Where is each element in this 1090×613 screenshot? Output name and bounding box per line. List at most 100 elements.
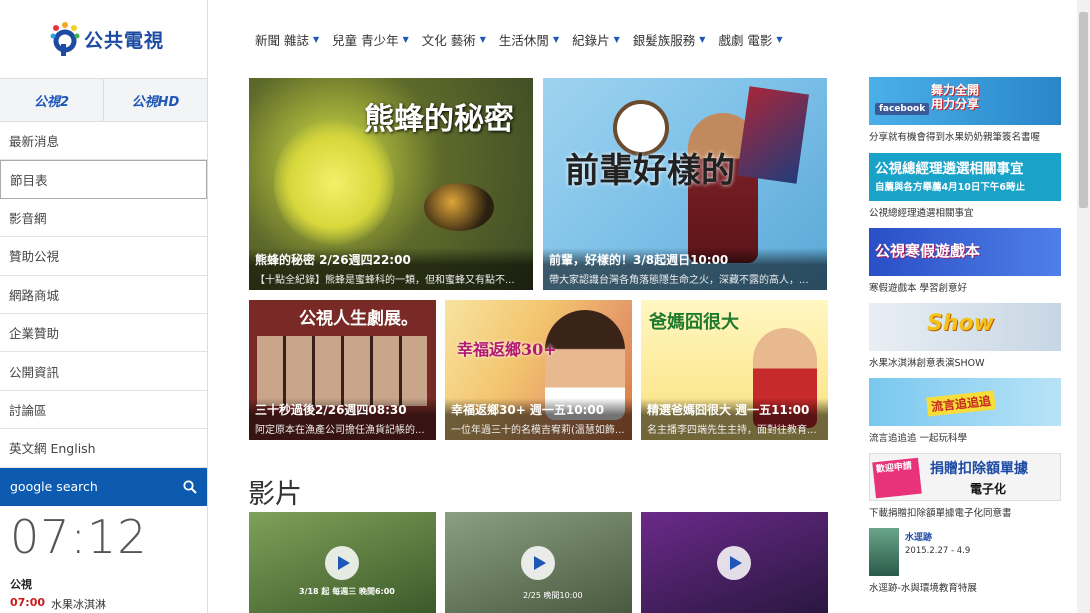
scrollbar-thumb[interactable] xyxy=(1079,12,1088,208)
sidebar-item-donate[interactable]: 贊助公視 xyxy=(0,237,207,276)
caret-down-icon: ▼ xyxy=(479,35,486,44)
video-caption: 3/18 起 每週三 晚間6:00 xyxy=(299,587,395,596)
page-scrollbar[interactable] xyxy=(1077,0,1090,613)
banner-caption[interactable]: 公視總經理遴選相關事宜 xyxy=(869,205,974,219)
banner-water-exhibit[interactable]: 水逕跡 2015.2.27 - 4.9 xyxy=(869,528,1061,576)
sidebar-item-video[interactable]: 影音網 xyxy=(0,199,207,238)
banner-winter-game-book[interactable]: 公視寒假遊戲本 xyxy=(869,228,1061,276)
sidebar-nav: 最新消息 節目表 影音網 贊助公視 網路商城 企業贊助 公開資訊 討論區 英文網… xyxy=(0,122,207,468)
pts-logo-icon xyxy=(50,22,80,56)
video-caption: 2/25 晚間10:00 xyxy=(523,591,583,600)
facebook-icon: facebook xyxy=(875,103,930,115)
video-thumbnail[interactable]: 3/18 起 每週三 晚間6:00 xyxy=(249,512,436,613)
banner-art-text: 公視總經理遴選相關事宜 xyxy=(875,161,1024,177)
channel-pts2-link[interactable]: 公視2 xyxy=(0,79,103,121)
search-icon[interactable] xyxy=(183,479,197,494)
card-title: 熊蜂的秘密 2/26週四22:00 xyxy=(255,253,411,267)
play-icon[interactable] xyxy=(717,546,751,580)
banner-art-text: Show xyxy=(927,311,994,336)
banner-fruit-show[interactable]: Show xyxy=(869,303,1061,351)
featured-art-text: 前輩好樣的 xyxy=(565,151,735,191)
channel-ptshd-link[interactable]: 公視HD xyxy=(103,79,207,121)
card-caption: 三十秒過後2/26週四08:30 阿定原本在漁產公司擔任漁貨記帳的... xyxy=(249,398,436,440)
banner-art-text: 公視寒假遊戲本 xyxy=(875,242,981,260)
channel-switcher: 公視2 公視HD xyxy=(0,78,207,122)
featured-card[interactable]: 爸媽囧很大 精選爸媽囧很大 週一五11:00 名主播李四端先生主持，面對往教育.… xyxy=(641,300,828,440)
sidebar-item-shop[interactable]: 網路商城 xyxy=(0,276,207,314)
topnav-label: 銀髮族服務 xyxy=(632,33,696,48)
logo[interactable]: 公共電視 xyxy=(0,0,207,78)
topnav-label: 紀錄片 xyxy=(572,33,610,48)
banner-art-text: 水逕跡 xyxy=(905,533,933,543)
topnav-seniors[interactable]: 銀髮族服務 ▼ xyxy=(633,30,706,49)
photo-collage xyxy=(257,336,427,406)
banner-art-subtext: 自薦與各方舉薦4月10日下午6時止 xyxy=(875,182,1025,193)
featured-art-text: 幸福返鄉30+ xyxy=(457,340,557,359)
sidebar-item-forum[interactable]: 討論區 xyxy=(0,391,207,430)
topnav-drama-film[interactable]: 戲劇 電影 ▼ xyxy=(718,30,782,49)
sidebar: 公共電視 公視2 公視HD 最新消息 節目表 影音網 贊助公視 網路商城 企業贊… xyxy=(0,0,208,613)
banner-science[interactable]: 流言追追追 xyxy=(869,378,1061,426)
card-description: 帶大家認識台灣各角落態隱生命之火，深藏不露的高人，... xyxy=(549,275,809,286)
banner-art-subtext: 2015.2.27 - 4.9 xyxy=(905,546,971,556)
topnav-label: 新聞 雜誌 xyxy=(255,33,309,48)
card-caption: 精選爸媽囧很大 週一五11:00 名主播李四端先生主持，面對往教育... xyxy=(641,398,828,440)
banner-caption[interactable]: 水逕跡-水與環境教育特展 xyxy=(869,580,977,594)
card-description: 一位年過三十的名模吉宥莉(溫慧如飾... xyxy=(451,425,625,436)
banner-photo xyxy=(869,528,899,576)
banner-art-text: 流言追追追 xyxy=(926,390,996,417)
card-caption: 熊蜂的秘密 2/26週四22:00 【十點全紀錄】熊蜂是蜜蜂科的一類，但和蜜蜂又… xyxy=(249,248,533,290)
schedule-channel: 公視 xyxy=(10,577,32,591)
featured-card[interactable]: 公視人生劇展。 三十秒過後2/26週四08:30 阿定原本在漁產公司擔任漁貨記帳… xyxy=(249,300,436,440)
banner-share[interactable]: facebook 舞力全開 用力分享 xyxy=(869,77,1061,125)
card-title: 三十秒過後2/26週四08:30 xyxy=(255,403,407,417)
card-description: 名主播李四端先生主持，面對往教育... xyxy=(647,425,817,436)
banner-caption[interactable]: 下載捐贈扣除額單據電子化同意書 xyxy=(869,505,1012,519)
schedule-time: 07:00 xyxy=(10,595,46,609)
featured-art-text: 爸媽囧很大 xyxy=(649,312,739,333)
topnav-lifestyle[interactable]: 生活休閒 ▼ xyxy=(499,30,559,49)
featured-art-text: 熊蜂的秘密 xyxy=(364,102,514,137)
card-title: 前輩，好樣的！3/8起週日10:00 xyxy=(549,253,729,267)
topnav-news-magazine[interactable]: 新聞 雜誌 ▼ xyxy=(255,30,319,49)
caret-down-icon: ▼ xyxy=(776,35,783,44)
sidebar-item-sponsor[interactable]: 企業贊助 xyxy=(0,314,207,353)
featured-card[interactable]: 前輩好樣的 前輩，好樣的！3/8起週日10:00 帶大家認識台灣各角落態隱生命之… xyxy=(543,78,827,290)
play-icon[interactable] xyxy=(325,546,359,580)
topnav-label: 兒童 青少年 xyxy=(332,33,399,48)
sidebar-item-news[interactable]: 最新消息 xyxy=(0,122,207,161)
banner-caption[interactable]: 寒假遊戲本 學習創意好 xyxy=(869,280,967,294)
topnav-documentary[interactable]: 紀錄片 ▼ xyxy=(572,30,620,49)
featured-card[interactable]: 熊蜂的秘密 熊蜂的秘密 2/26週四22:00 【十點全紀錄】熊蜂是蜜蜂科的一類… xyxy=(249,78,533,290)
banner-caption[interactable]: 分享就有機會得到水果奶奶親筆簽名書喔 xyxy=(869,129,1040,143)
caret-down-icon: ▼ xyxy=(402,35,409,44)
video-section-heading: 影片 xyxy=(248,479,302,510)
topnav-label: 生活休閒 xyxy=(498,33,549,48)
sidebar-item-public-info[interactable]: 公開資訊 xyxy=(0,352,207,391)
banner-art-subtext: 電子化 xyxy=(970,482,1007,496)
topnav-kids-youth[interactable]: 兒童 青少年 ▼ xyxy=(332,30,409,49)
banner-tax-receipt[interactable]: 歡迎申請 捐贈扣除額單據 電子化 xyxy=(869,453,1061,501)
play-icon[interactable] xyxy=(521,546,555,580)
card-title: 幸福返鄉30+ 週一五10:00 xyxy=(451,403,605,417)
video-thumbnail[interactable]: 2/25 晚間10:00 xyxy=(445,512,632,613)
sidebar-item-english[interactable]: 英文網 English xyxy=(0,429,207,468)
banner-gm-selection[interactable]: 公視總經理遴選相關事宜 自薦與各方舉薦4月10日下午6時止 xyxy=(869,153,1061,201)
schedule-item[interactable]: 07:00 水果冰淇淋 xyxy=(0,596,207,612)
clock: 07:12 xyxy=(10,509,148,564)
search-bar[interactable]: google search xyxy=(0,467,207,506)
search-label[interactable]: google search xyxy=(10,479,98,494)
banner-art-text: 舞力全開 用力分享 xyxy=(931,83,980,112)
banner-caption[interactable]: 水果冰淇淋創意表演SHOW xyxy=(869,355,985,369)
caret-down-icon: ▼ xyxy=(552,35,560,44)
video-thumbnail[interactable] xyxy=(641,512,828,613)
topnav-label: 文化 藝術 xyxy=(421,33,476,48)
topnav-culture-arts[interactable]: 文化 藝術 ▼ xyxy=(422,30,486,49)
logo-text: 公共電視 xyxy=(84,29,165,52)
caret-down-icon: ▼ xyxy=(699,35,706,44)
banner-caption[interactable]: 流言追追追 一起玩科學 xyxy=(869,430,967,444)
sidebar-item-schedule[interactable]: 節目表 xyxy=(0,160,207,199)
banner-art-text: 捐贈扣除額單據 xyxy=(930,461,1028,477)
bee-illustration xyxy=(424,183,494,231)
featured-card[interactable]: 幸福返鄉30+ 幸福返鄉30+ 週一五10:00 一位年過三十的名模吉宥莉(溫慧… xyxy=(445,300,632,440)
